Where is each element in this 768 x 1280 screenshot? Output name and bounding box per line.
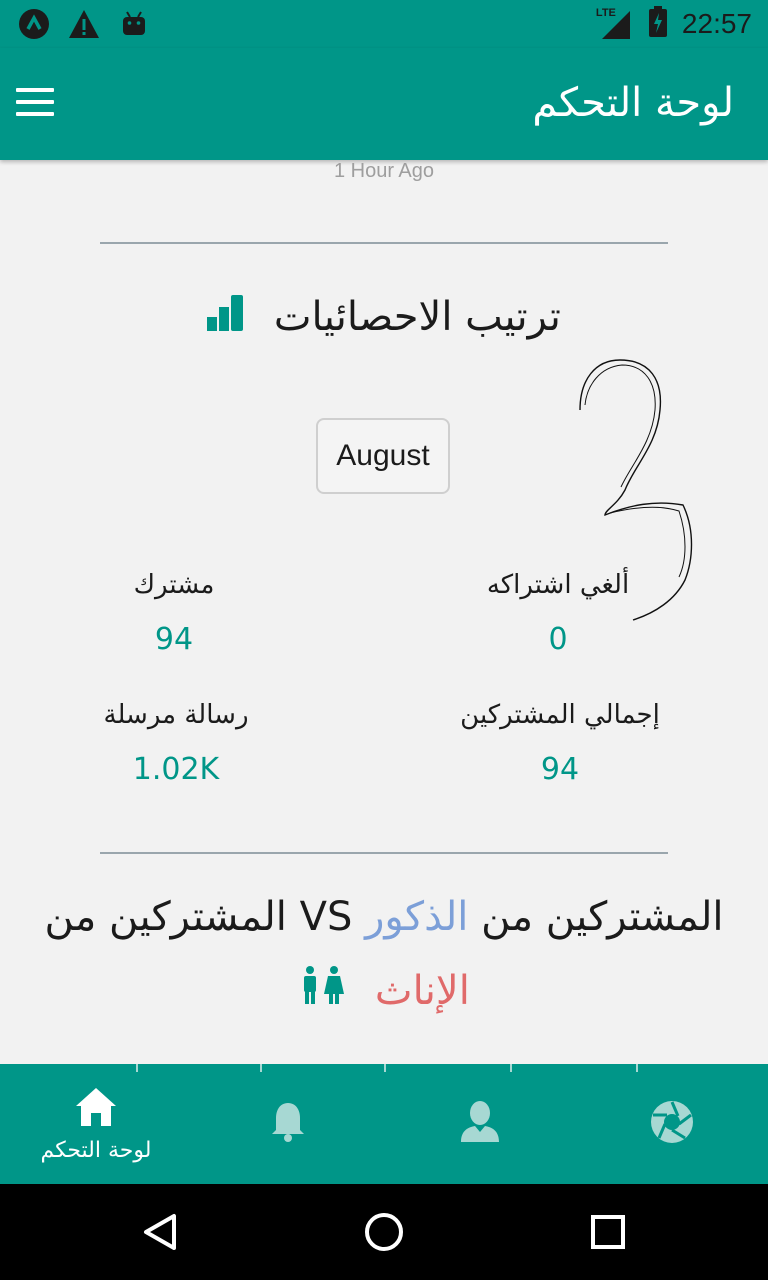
gender-compare-title: المشتركين من الذكور VS المشتركين من الإن… xyxy=(0,880,768,1030)
home-circle-icon[interactable] xyxy=(354,1204,414,1260)
last-updated-timestamp: 1 Hour Ago xyxy=(333,160,435,182)
stats-section-title: ترتيب الاحصائيات xyxy=(0,294,768,343)
warning-icon xyxy=(68,8,100,40)
nav-item-settings[interactable] xyxy=(592,1064,752,1184)
stat-label-unsubscribed: ألغي اشتراكه xyxy=(486,570,630,600)
bell-icon xyxy=(270,1100,306,1148)
compare-text-2: VS المشتركين من xyxy=(44,894,366,940)
dashboard-content[interactable]: 1 Hour Ago ترتيب الاحصائيات August ألغي … xyxy=(0,160,768,1064)
nav-item-dashboard[interactable]: لوحة التحكم xyxy=(16,1064,176,1184)
clock: 22:57 xyxy=(681,8,752,39)
month-selector-button[interactable]: August xyxy=(316,418,450,494)
stat-value-messages-sent: 1.02K xyxy=(132,752,220,787)
compare-male: الذكور xyxy=(365,894,469,940)
divider xyxy=(100,242,668,244)
stat-label-messages-sent: رسالة مرسلة xyxy=(103,700,249,730)
stats-title-text: ترتيب الاحصائيات xyxy=(273,294,561,340)
user-icon xyxy=(459,1100,501,1148)
nav-item-notifications[interactable] xyxy=(208,1064,368,1184)
lte-signal-icon: LTE xyxy=(596,7,634,41)
stat-label-subscribed: مشترك xyxy=(133,570,215,600)
app-bar: لوحة التحكم xyxy=(0,48,768,160)
stat-value-total-subscribers: 94 xyxy=(540,752,580,787)
bottom-navigation: لوحة التحكم xyxy=(0,1064,768,1184)
stat-label-total-subscribers: إجمالي المشتركين xyxy=(460,700,660,730)
system-navigation-bar xyxy=(0,1184,768,1280)
home-icon xyxy=(74,1086,118,1132)
aperture-icon xyxy=(650,1100,694,1148)
divider xyxy=(100,852,668,854)
page-title: لوحة التحكم xyxy=(532,80,734,126)
android-icon xyxy=(118,8,150,40)
back-icon[interactable] xyxy=(130,1204,190,1260)
recents-icon[interactable] xyxy=(578,1204,638,1260)
menu-icon[interactable] xyxy=(14,84,56,120)
app-notification-icon xyxy=(18,8,50,40)
status-bar: LTE 22:57 xyxy=(0,0,768,48)
stat-value-subscribed: 94 xyxy=(154,622,194,657)
compare-text-1: المشتركين من xyxy=(468,894,724,940)
male-female-icon xyxy=(298,956,346,1030)
nav-item-profile[interactable] xyxy=(400,1064,560,1184)
battery-charging-icon xyxy=(648,6,668,42)
bar-chart-icon xyxy=(207,295,245,343)
compare-female: الإناث xyxy=(374,968,470,1014)
nav-label-dashboard: لوحة التحكم xyxy=(40,1137,152,1163)
stat-value-unsubscribed: 0 xyxy=(548,622,568,657)
